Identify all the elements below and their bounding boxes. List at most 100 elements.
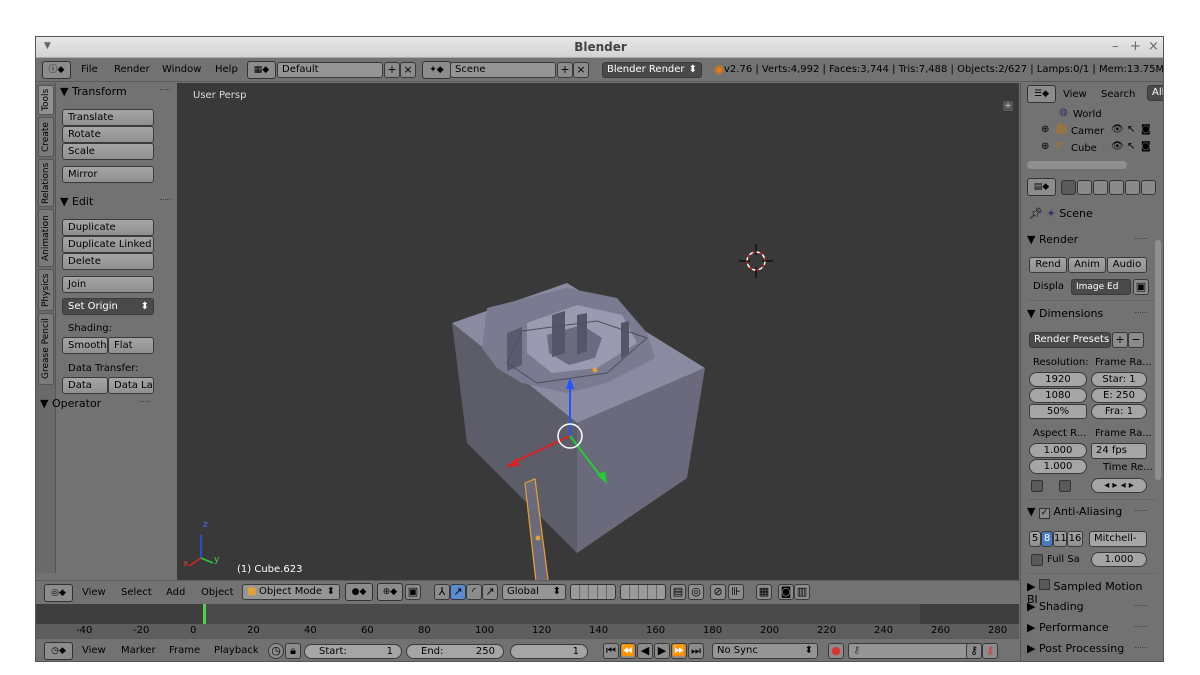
opengl-anim-icon[interactable]: ▥ xyxy=(794,584,810,600)
delete-button[interactable]: Delete xyxy=(62,253,154,270)
duplicate-button[interactable]: Duplicate xyxy=(62,219,154,236)
limit-selection-icon[interactable]: ▣ xyxy=(405,584,421,600)
tab-physics[interactable]: Physics xyxy=(38,269,54,311)
aa-filter-select[interactable]: Mitchell- xyxy=(1089,531,1147,547)
render-layer-icon[interactable]: ▤ xyxy=(670,584,686,600)
performance-panel-header[interactable]: ▶ Performance xyxy=(1027,621,1149,634)
render-audio-button[interactable]: Audio xyxy=(1107,257,1147,273)
menu-file[interactable]: File xyxy=(81,64,98,75)
scene-tab-icon[interactable] xyxy=(1093,180,1108,195)
add-preset-button[interactable]: + xyxy=(1112,332,1128,348)
edit-panel-header[interactable]: ▼ Edit xyxy=(60,195,170,208)
duplicate-linked-button[interactable]: Duplicate Linked xyxy=(62,236,154,253)
minimize-button[interactable]: – xyxy=(1112,39,1119,54)
timeline-menu-frame[interactable]: Frame xyxy=(169,645,200,656)
proportional-edit-icon[interactable]: ◎ xyxy=(688,584,704,600)
aa-samples-11-button[interactable]: 11 xyxy=(1053,531,1067,547)
cursor-icon[interactable]: ↖ xyxy=(1127,124,1135,135)
jump-keyframe-back-icon[interactable]: ⏪ xyxy=(620,643,636,659)
flat-button[interactable]: Flat xyxy=(108,337,154,354)
pin-icon[interactable]: 📌︎ xyxy=(1029,207,1043,220)
constraints-tab-icon[interactable] xyxy=(1141,180,1156,195)
editor-type-outliner-button[interactable]: ☰◆ xyxy=(1027,85,1056,103)
cursor-icon[interactable]: ↖ xyxy=(1127,141,1135,152)
layers-right-grid[interactable] xyxy=(620,584,666,600)
aspect-y-field[interactable]: 1.000 xyxy=(1029,459,1087,474)
post-processing-panel-header[interactable]: ▶ Post Processing xyxy=(1027,642,1149,655)
sampled-motion-checkbox[interactable] xyxy=(1038,579,1050,590)
outliner-filter-select[interactable]: All xyxy=(1147,85,1163,101)
aa-samples-5-button[interactable]: 5 xyxy=(1029,531,1041,547)
filter-size-field[interactable]: 1.000 xyxy=(1091,552,1147,567)
operator-panel-header[interactable]: ▼ Operator xyxy=(40,397,150,410)
add-scene-button[interactable]: + xyxy=(557,62,573,78)
properties-scrollbar[interactable] xyxy=(1155,240,1161,480)
insert-keyframe-icon[interactable]: ⚷ xyxy=(966,643,982,659)
rotate-button[interactable]: Rotate xyxy=(62,126,154,143)
resolution-y-field[interactable]: 1080 xyxy=(1029,388,1087,403)
tab-grease-pencil[interactable]: Grease Pencil xyxy=(38,313,54,385)
lock-icon[interactable]: 🔒︎ xyxy=(285,643,301,659)
anti-aliasing-checkbox[interactable]: ✓ xyxy=(1038,508,1050,519)
manipulator-toggle-icon[interactable]: ⅄ xyxy=(434,584,450,600)
maximize-button[interactable]: + xyxy=(1130,39,1141,54)
tab-tools[interactable]: Tools xyxy=(38,85,54,115)
viewport-shading-button[interactable]: ●◆ xyxy=(345,583,373,601)
menu-help[interactable]: Help xyxy=(215,64,238,75)
snap-element-icon[interactable]: ⊪ xyxy=(728,584,744,600)
timeline[interactable]: -40 -20 0 20 40 60 80 100 120 140 160 180 200 220 240 2… xyxy=(36,604,1019,638)
render-panel-header[interactable]: ▼ Render xyxy=(1027,233,1149,246)
frame-step-field[interactable]: Fra: 1 xyxy=(1091,404,1147,419)
render-image-button[interactable]: Rend xyxy=(1029,257,1067,273)
preview-range-icon[interactable]: ◷ xyxy=(268,643,284,659)
frame-rate-select[interactable]: 24 fps xyxy=(1091,443,1147,459)
outliner-scrollbar[interactable] xyxy=(1027,161,1127,169)
timeline-menu-view[interactable]: View xyxy=(82,645,106,656)
render-animation-button[interactable]: Anim xyxy=(1068,257,1106,273)
mode-select[interactable]: ■ Object Mode ⬍ xyxy=(242,584,340,600)
outliner-row-cube[interactable]: ⊕ ▽ Cube 👁︎ ↖ ◙ xyxy=(1021,141,1151,158)
expand-icon[interactable]: ⊕ xyxy=(1041,124,1049,135)
lock-interface-icon[interactable]: ▣ xyxy=(1133,279,1149,295)
render-icon[interactable]: ◙ xyxy=(1141,124,1151,135)
translate-manipulator-icon[interactable]: ↗ xyxy=(450,584,466,600)
editor-type-3d-button[interactable]: ◎◆ xyxy=(44,584,73,602)
expand-icon[interactable]: ⊕ xyxy=(1041,141,1049,152)
menu-render[interactable]: Render xyxy=(114,64,150,75)
scene-field[interactable]: Scene xyxy=(450,62,556,78)
screen-layout-field[interactable]: Default xyxy=(277,62,383,78)
outliner-menu-view[interactable]: View xyxy=(1063,89,1087,100)
close-button[interactable]: × xyxy=(1148,39,1159,54)
aspect-x-field[interactable]: 1.000 xyxy=(1029,443,1087,458)
render-icon[interactable]: ◙ xyxy=(1141,141,1151,152)
snap-toggle-icon[interactable]: ⊘ xyxy=(710,584,726,600)
aa-samples-8-button[interactable]: 8 xyxy=(1041,531,1053,547)
3d-viewport[interactable]: User Persp + z x y (1) Cube.623 xyxy=(177,83,1019,580)
tab-animation[interactable]: Animation xyxy=(38,209,54,267)
sync-select[interactable]: No Sync ⬍ xyxy=(712,643,818,659)
time-remap-field[interactable]: ◂ ▸ ◂ ▸ xyxy=(1091,478,1147,493)
snap-target-icon[interactable]: ▦ xyxy=(756,584,772,600)
play-reverse-icon[interactable]: ◀ xyxy=(637,643,653,659)
remove-layout-button[interactable]: × xyxy=(400,62,416,78)
start-frame-field[interactable]: Start: 1 xyxy=(304,644,402,659)
jump-start-icon[interactable]: ⏮ xyxy=(603,643,619,659)
menu-window[interactable]: Window xyxy=(162,64,201,75)
rotate-manipulator-icon[interactable]: ◜ xyxy=(466,584,482,600)
world-tab-icon[interactable] xyxy=(1109,180,1124,195)
view3d-menu-object[interactable]: Object xyxy=(201,587,234,598)
frame-end-field[interactable]: E: 250 xyxy=(1091,388,1147,403)
crop-checkbox[interactable] xyxy=(1059,480,1071,492)
outliner-row-camera[interactable]: ⊕ 🎥︎ Camer 👁︎ ↖ ◙ xyxy=(1021,124,1151,141)
tab-create[interactable]: Create xyxy=(38,117,54,157)
editor-type-properties-button[interactable]: ▤◆ xyxy=(1027,178,1056,196)
eye-icon[interactable]: 👁︎ xyxy=(1111,141,1124,152)
layers-left-grid[interactable] xyxy=(570,584,616,600)
remove-scene-button[interactable]: × xyxy=(573,62,589,78)
orientation-select[interactable]: Global ⬍ xyxy=(502,584,566,600)
current-frame-field[interactable]: 1 xyxy=(510,644,588,659)
resolution-x-field[interactable]: 1920 xyxy=(1029,372,1087,387)
render-tab-icon[interactable] xyxy=(1061,180,1076,195)
anti-aliasing-panel-header[interactable]: ▼ ✓ Anti-Aliasing xyxy=(1027,505,1149,519)
timeline-ruler[interactable] xyxy=(36,624,1019,638)
